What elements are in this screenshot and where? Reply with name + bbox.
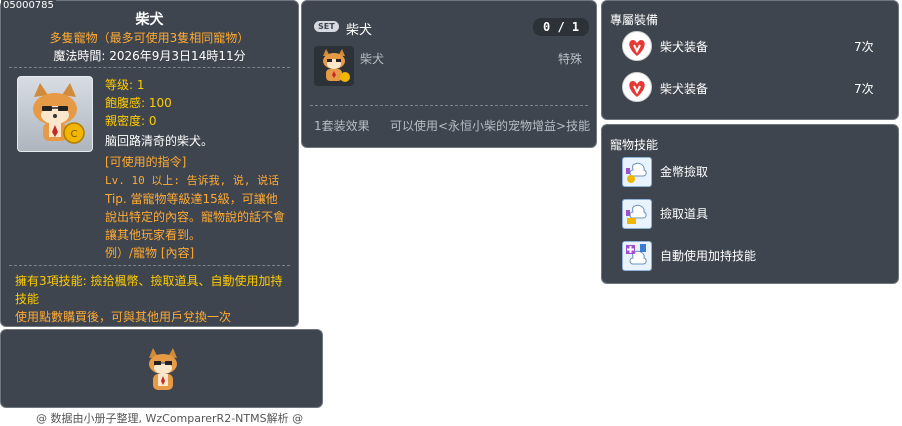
item-tooltip-panel: 柴犬 多隻寵物（最多可使用3隻相同寵物） 魔法時間: 2026年9月3日14時1… bbox=[0, 0, 299, 327]
shiba-icon bbox=[323, 49, 350, 82]
set-badge: SET bbox=[314, 21, 339, 32]
magic-time: 魔法時間: 2026年9月3日14時11分 bbox=[53, 49, 246, 63]
skills-note-cont: 技能 bbox=[15, 292, 40, 306]
pet-preview-panel bbox=[0, 329, 323, 408]
item-id: 05000785 bbox=[1, 0, 56, 12]
command-line: Lv. 10 以上: 告诉我, 说, 说话 bbox=[105, 174, 280, 187]
pet-skill-name: 自動使用加持技能 bbox=[660, 249, 757, 263]
pet-skill-name: 撿取道具 bbox=[660, 207, 709, 221]
pet-skills-panel: 寵物技能 金幣撿取 撿取道具 自動使用加持技能 bbox=[601, 124, 899, 284]
set-effect-desc: 可以使用<永恒小柴的宠物增益>技能 bbox=[390, 119, 591, 133]
set-member-type: 特殊 bbox=[558, 52, 583, 66]
divider bbox=[310, 105, 588, 106]
pet-skill-name: 金幣撿取 bbox=[660, 165, 709, 179]
item-subtitle: 多隻寵物（最多可使用3隻相同寵物） bbox=[49, 31, 250, 45]
command-line: 說出特定的內容。寵物說的話不會 bbox=[105, 210, 286, 224]
set-effect-label: 1套装效果 bbox=[314, 119, 370, 133]
exclusive-title: 專屬裝備 bbox=[610, 13, 659, 27]
commands-title: [可使用的指令] bbox=[105, 155, 187, 169]
stat-fullness: 飽腹感: 100 bbox=[105, 96, 172, 110]
exclusive-item-name[interactable]: 柴犬装备 bbox=[660, 80, 708, 97]
command-line: 讓其他玩家看到。 bbox=[105, 228, 202, 242]
stat-closeness: 親密度: 0 bbox=[105, 114, 157, 128]
divider bbox=[9, 265, 290, 266]
set-count: 0 / 1 bbox=[533, 18, 590, 36]
exclusive-item-count: 7次 bbox=[854, 40, 874, 54]
auto-buff-icon bbox=[622, 241, 652, 271]
shiba-icon: C bbox=[33, 83, 85, 144]
footer-credit: @ 数据由小册子整理, WzComparerR2-NTMS解析 @ bbox=[36, 412, 304, 425]
command-line: 例）/寵物 [內容] bbox=[105, 246, 195, 260]
exclusive-item-name[interactable]: 柴犬装备 bbox=[660, 38, 708, 55]
exclusive-equip-panel: 專屬裝備 柴犬装备 7次 柴犬装备 7次 bbox=[601, 0, 899, 120]
divider bbox=[9, 67, 290, 68]
set-name: 柴犬 bbox=[346, 23, 373, 38]
svg-text:C: C bbox=[71, 129, 78, 140]
heart-ribbon-icon bbox=[622, 72, 652, 102]
skills-note: 擁有3項技能: 撿拾楓幣、撿取道具、自動使用加持 bbox=[15, 274, 283, 288]
heart-ribbon-icon bbox=[622, 31, 652, 61]
item-name: 柴犬 bbox=[135, 12, 164, 28]
shiba-sprite-icon bbox=[149, 348, 177, 390]
coin-pickup-icon bbox=[622, 157, 652, 187]
item-pickup-icon bbox=[622, 199, 652, 229]
command-line: Tip. 當寵物等級達15級，可讓他 bbox=[105, 192, 278, 206]
pet-skills-title: 寵物技能 bbox=[610, 138, 659, 152]
exclusive-item-count: 7次 bbox=[854, 82, 874, 96]
trade-note: 使用點數購買後，可與其他用戶兌換一次 bbox=[15, 310, 232, 324]
set-panel: SET 柴犬 0 / 1 柴犬 特殊 1套装效果 可以使用<永恒小柴的宠物增益>… bbox=[301, 0, 597, 148]
set-member-name: 柴犬 bbox=[360, 52, 385, 66]
stat-level: 等级: 1 bbox=[105, 78, 145, 92]
item-description: 脑回路清奇的柴犬。 bbox=[105, 134, 214, 148]
set-member-slot[interactable] bbox=[314, 46, 354, 86]
pet-portrait: C bbox=[17, 76, 93, 152]
